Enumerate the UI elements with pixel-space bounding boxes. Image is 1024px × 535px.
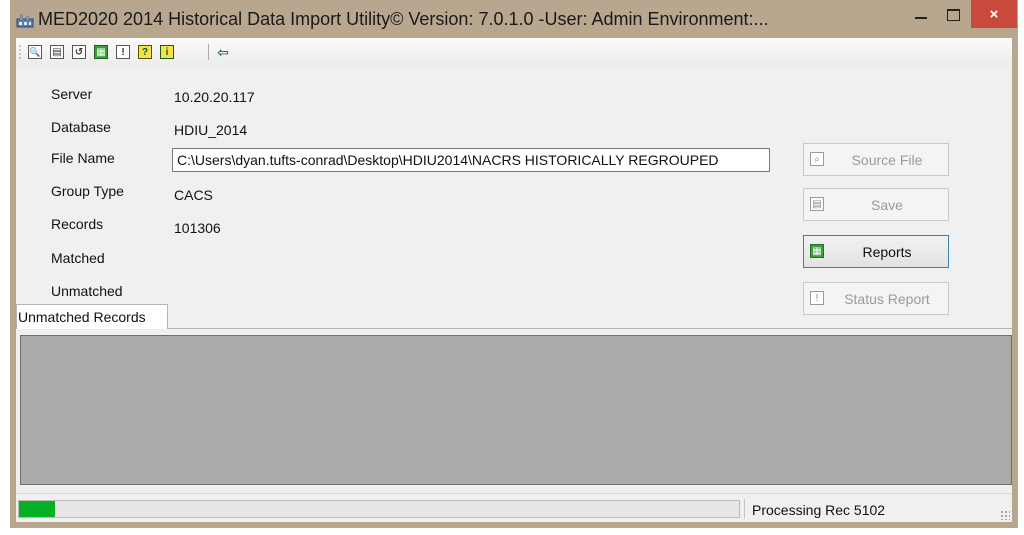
save-disk-icon: ▤ [810,197,824,211]
toolbar-source-file-button[interactable]: 🔍 [28,45,42,59]
save-button-label: Save [871,197,903,213]
unmatched-records-grid[interactable] [20,335,1012,485]
refresh-icon: ↺ [74,46,84,58]
toolbar-refresh-button[interactable]: ↺ [72,45,86,59]
source-file-button-label: Source File [851,152,923,168]
save-disk-icon: ▤ [52,46,62,58]
database-label: Database [51,119,111,135]
status-text: Processing Rec 5102 [752,502,886,518]
client-area: 🔍 ▤ ↺ ▦ ! ? i ⇦ Server 10.20.20.117 Data… [16,38,1012,522]
toolbar-exit-button[interactable]: ⇦ [216,43,230,60]
toolbar-info-button[interactable]: i [160,45,174,59]
filename-label: File Name [51,150,115,166]
close-button[interactable]: × [971,0,1017,28]
progress-bar [18,500,740,518]
toolbar-grip-icon[interactable] [19,44,21,60]
report-icon: ▦ [810,244,824,258]
toolbar-separator [208,44,209,60]
database-value: HDIU_2014 [174,122,248,138]
toolbar-reports-button[interactable]: ▦ [94,45,108,59]
matched-label: Matched [51,250,105,266]
maximize-button[interactable] [938,0,968,30]
app-icon [16,14,34,28]
status-separator [744,499,745,519]
server-value: 10.20.20.117 [174,89,255,105]
toolbar-save-button[interactable]: ▤ [50,45,64,59]
server-label: Server [51,86,93,102]
toolbar: 🔍 ▤ ↺ ▦ ! ? i ⇦ [16,38,1012,66]
toolbar-help-button[interactable]: ? [138,45,152,59]
source-file-button[interactable]: ⌕ Source File [803,143,949,176]
status-report-button[interactable]: ! Status Report [803,282,949,315]
magnifier-icon: 🔍 [29,46,41,57]
reports-button-label: Reports [862,244,912,260]
status-bar: Processing Rec 5102 [16,493,1012,522]
status-report-icon: ! [121,46,125,58]
status-report-icon: ! [810,291,824,305]
window-title: MED2020 2014 Historical Data Import Util… [38,9,769,29]
unmatched-label: Unmatched [51,283,123,299]
report-icon: ▦ [96,46,106,58]
exit-door-icon: ⇦ [217,43,229,60]
status-report-button-label: Status Report [844,291,930,307]
records-label: Records [51,216,104,232]
records-value: 101306 [174,220,221,236]
resize-grip-icon[interactable] [1000,510,1010,520]
app-window: MED2020 2014 Historical Data Import Util… [10,0,1018,528]
minimize-icon [915,17,927,19]
minimize-button[interactable] [906,0,936,30]
magnifier-icon: ⌕ [810,152,824,166]
toolbar-status-report-button[interactable]: ! [116,45,130,59]
group-type-label: Group Type [51,183,124,199]
maximize-icon [946,9,960,21]
reports-button[interactable]: ▦ Reports [803,235,949,268]
tab-divider [168,328,1012,329]
close-icon: × [989,5,999,23]
filename-field[interactable]: C:\Users\dyan.tufts-conrad\Desktop\HDIU2… [172,148,770,172]
tab-unmatched-records[interactable]: Unmatched Records [16,304,168,329]
save-button[interactable]: ▤ Save [803,188,949,221]
progress-bar-fill [19,501,55,517]
info-icon: i [165,46,169,58]
help-icon: ? [141,46,149,58]
group-type-value: CACS [174,187,213,203]
title-bar[interactable]: MED2020 2014 Historical Data Import Util… [10,0,1018,38]
